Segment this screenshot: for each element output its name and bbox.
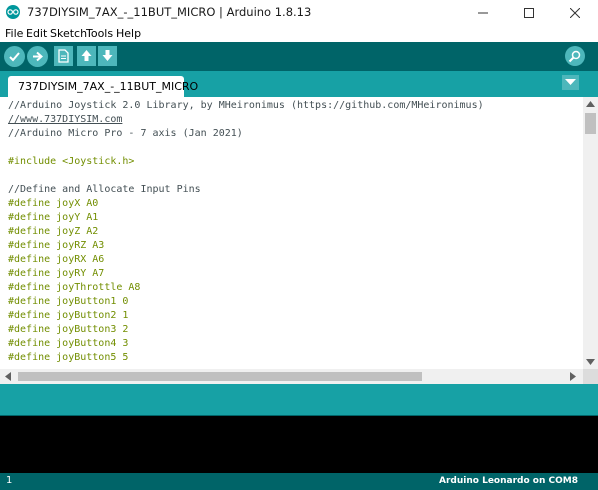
serial-monitor-icon [568, 50, 581, 63]
maximize-button[interactable] [506, 0, 552, 25]
code-text: //www.737DIYSIM.com [8, 114, 123, 125]
tab-menu-button[interactable] [562, 75, 579, 90]
code-line: //www.737DIYSIM.com [8, 113, 484, 127]
code-text: #define joyY A1 [8, 212, 99, 223]
serial-monitor-button[interactable] [565, 46, 585, 66]
save-button[interactable] [98, 46, 117, 66]
code-text: #define joyZ A2 [8, 226, 99, 237]
line-number: 1 [6, 475, 13, 486]
board-port-info: Arduino Leonardo on COM8 [439, 476, 578, 486]
console-output[interactable] [0, 416, 598, 473]
scroll-down-arrow-icon[interactable] [586, 359, 595, 365]
arduino-logo-icon [6, 5, 20, 19]
code-line: #define joyRX A6 [8, 253, 484, 267]
tab-sketch[interactable]: 737DIYSIM_7AX_-_11BUT_MICRO [8, 76, 198, 97]
maximize-icon [524, 8, 534, 18]
code-text: //Define and Allocate Input Pins [8, 184, 201, 195]
footer-status-bar: 1 Arduino Leonardo on COM8 [0, 473, 598, 490]
chevron-down-icon [565, 79, 576, 85]
code-line: #define joyButton1 0 [8, 295, 484, 309]
code-line: #define joyRZ A3 [8, 239, 484, 253]
close-icon [570, 8, 580, 18]
open-button[interactable] [77, 46, 96, 66]
code-text: #define joyButton4 3 [8, 338, 129, 349]
upload-button[interactable] [27, 46, 48, 67]
scroll-left-arrow-icon[interactable] [5, 372, 11, 381]
code-line: //Define and Allocate Input Pins [8, 183, 484, 197]
code-editor[interactable]: //Arduino Joystick 2.0 Library, by MHeir… [0, 97, 583, 369]
verify-button[interactable] [4, 46, 25, 67]
new-icon [58, 49, 69, 63]
minimize-button[interactable] [460, 0, 506, 25]
horizontal-scrollbar[interactable] [0, 369, 583, 384]
tab-label: 737DIYSIM_7AX_-_11BUT_MICRO [18, 80, 199, 93]
tab-bar: 737DIYSIM_7AX_-_11BUT_MICRO [0, 71, 598, 97]
code-line: #include <Joystick.h> [8, 155, 484, 169]
code-line: #define joyZ A2 [8, 225, 484, 239]
scroll-up-arrow-icon[interactable] [586, 101, 595, 107]
menu-bar: File Edit Sketch Tools Help [0, 25, 598, 42]
menu-file[interactable]: File [5, 27, 23, 40]
menu-edit[interactable]: Edit [26, 27, 47, 40]
code-line: //Arduino Joystick 2.0 Library, by MHeir… [8, 99, 484, 113]
save-icon [102, 50, 113, 61]
code-text: #include <Joystick.h> [8, 156, 135, 167]
code-text: //Arduino Micro Pro - 7 axis (Jan 2021) [8, 128, 243, 139]
code-line: #define joyRY A7 [8, 267, 484, 281]
verify-icon [9, 52, 20, 62]
toolbar [0, 42, 598, 71]
code-text: #define joyThrottle A8 [8, 282, 141, 293]
vertical-scrollbar[interactable] [583, 97, 598, 369]
close-button[interactable] [552, 0, 598, 25]
code-text: #define joyRZ A3 [8, 240, 105, 251]
code-text: #define joyButton3 2 [8, 324, 129, 335]
code-text: #define joyRX A6 [8, 254, 105, 265]
new-button[interactable] [54, 46, 73, 66]
code-text: #define joyX A0 [8, 198, 99, 209]
code-lines: //Arduino Joystick 2.0 Library, by MHeir… [8, 99, 484, 365]
code-text: //Arduino Joystick 2.0 Library, by MHeir… [8, 100, 484, 111]
menu-tools[interactable]: Tools [86, 27, 113, 40]
horizontal-scroll-thumb[interactable] [18, 372, 422, 381]
open-icon [81, 50, 92, 61]
minimize-icon [478, 12, 488, 14]
code-line: #define joyButton4 3 [8, 337, 484, 351]
scrollbar-corner [583, 369, 598, 384]
menu-sketch[interactable]: Sketch [50, 27, 87, 40]
title-bar: 737DIYSIM_7AX_-_11BUT_MICRO | Arduino 1.… [0, 0, 598, 25]
code-line: #define joyButton5 5 [8, 351, 484, 365]
vertical-scroll-thumb[interactable] [585, 113, 596, 134]
window-title: 737DIYSIM_7AX_-_11BUT_MICRO | Arduino 1.… [27, 5, 312, 19]
code-line: #define joyButton2 1 [8, 309, 484, 323]
scroll-right-arrow-icon[interactable] [570, 372, 576, 381]
code-text: #define joyButton5 5 [8, 352, 129, 363]
menu-help[interactable]: Help [116, 27, 141, 40]
code-text: #define joyButton2 1 [8, 310, 129, 321]
code-line: #define joyX A0 [8, 197, 484, 211]
code-line: #define joyY A1 [8, 211, 484, 225]
message-bar [0, 384, 598, 415]
upload-icon [33, 51, 44, 62]
code-line: //Arduino Micro Pro - 7 axis (Jan 2021) [8, 127, 484, 141]
code-text: #define joyButton1 0 [8, 296, 129, 307]
code-line: #define joyThrottle A8 [8, 281, 484, 295]
code-line: #define joyButton3 2 [8, 323, 484, 337]
code-text: #define joyRY A7 [8, 268, 105, 279]
